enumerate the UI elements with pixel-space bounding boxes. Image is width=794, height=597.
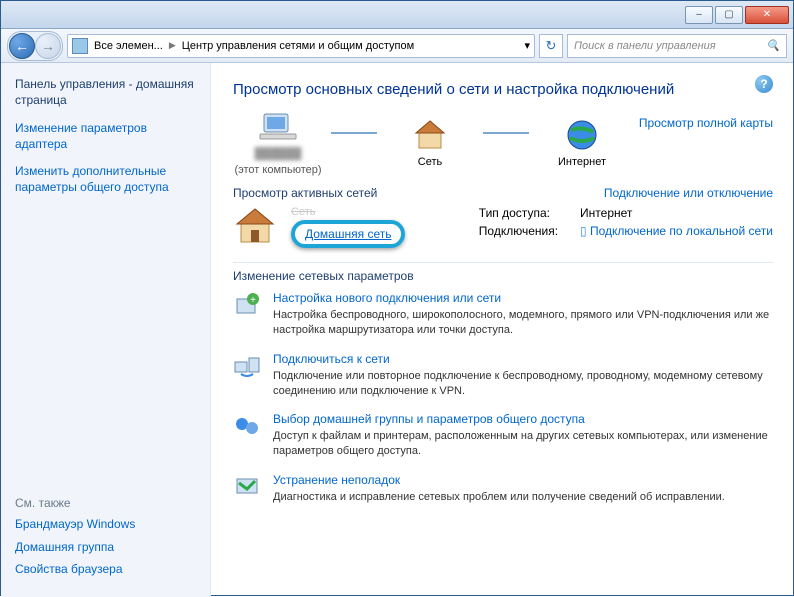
map-computer: ██████ (этот компьютер): [233, 110, 323, 176]
map-internet-label: Интернет: [558, 156, 606, 168]
minimize-button[interactable]: –: [685, 6, 713, 24]
sidebar-link-adapter-settings[interactable]: Изменение параметров адаптера: [15, 120, 196, 152]
home-network-highlight: Домашняя сеть: [291, 220, 405, 248]
nav-buttons: ← →: [7, 31, 63, 61]
active-networks-heading: Просмотр активных сетей: [233, 186, 377, 200]
access-type-value: Интернет: [580, 206, 773, 220]
new-connection-icon: +: [233, 291, 261, 319]
option-new-connection-link[interactable]: Настройка нового подключения или сети: [273, 291, 501, 305]
house-icon: [233, 206, 277, 244]
sidebar-link-sharing-settings[interactable]: Изменить дополнительные параметры общего…: [15, 163, 196, 195]
see-also-heading: См. также: [15, 496, 196, 510]
active-network-row: Сеть Домашняя сеть Тип доступа: Интернет…: [233, 206, 773, 248]
breadcrumb[interactable]: Центр управления сетями и общим доступом: [182, 40, 414, 52]
toolbar: ← → Все элемен... ▶ Центр управления сет…: [1, 29, 793, 63]
search-placeholder: Поиск в панели управления: [574, 40, 716, 52]
option-connect-network: Подключиться к сети Подключение или повто…: [233, 352, 773, 399]
maximize-button[interactable]: ▢: [715, 6, 743, 24]
option-desc: Доступ к файлам и принтерам, расположенн…: [273, 429, 773, 459]
breadcrumb[interactable]: Все элемен...: [94, 40, 163, 52]
map-computer-label: (этот компьютер): [234, 164, 321, 176]
close-button[interactable]: ✕: [745, 6, 789, 24]
dropdown-icon[interactable]: ▾: [524, 39, 530, 52]
access-type-label: Тип доступа:: [479, 206, 558, 220]
location-icon: [72, 38, 88, 54]
map-connector: [331, 132, 377, 134]
ethernet-icon: ▯: [580, 224, 587, 238]
connection-link[interactable]: Подключение по локальной сети: [590, 224, 773, 238]
help-icon[interactable]: ?: [755, 75, 773, 93]
map-network: Сеть: [385, 118, 475, 168]
map-network-label: Сеть: [418, 156, 442, 168]
option-connect-network-link[interactable]: Подключиться к сети: [273, 352, 390, 366]
back-button[interactable]: ←: [9, 33, 35, 59]
option-new-connection: + Настройка нового подключения или сети Н…: [233, 291, 773, 338]
titlebar: – ▢ ✕: [1, 1, 793, 29]
map-connector: [483, 132, 529, 134]
option-homegroup: Выбор домашней группы и параметров общег…: [233, 412, 773, 459]
sidebar-link-homegroup[interactable]: Домашняя группа: [15, 539, 196, 555]
sidebar-link-firewall[interactable]: Брандмауэр Windows: [15, 516, 196, 532]
network-icon: [233, 206, 277, 244]
connections-label: Подключения:: [479, 224, 558, 238]
option-desc: Диагностика и исправление сетевых пробле…: [273, 490, 725, 505]
option-homegroup-link[interactable]: Выбор домашней группы и параметров общег…: [273, 412, 585, 426]
network-map: ██████ (этот компьютер) Сеть Интернет Пр…: [233, 110, 773, 176]
sidebar-link-browser-properties[interactable]: Свойства браузера: [15, 561, 196, 577]
option-desc: Настройка беспроводного, широкополосного…: [273, 308, 773, 338]
option-troubleshoot-link[interactable]: Устранение неполадок: [273, 473, 400, 487]
full-map-link[interactable]: Просмотр полной карты: [639, 116, 773, 130]
change-settings-heading: Изменение сетевых параметров: [233, 262, 773, 283]
connect-network-icon: [233, 352, 261, 380]
troubleshoot-icon: [233, 473, 261, 501]
home-network-link[interactable]: Домашняя сеть: [305, 227, 391, 241]
chevron-right-icon: ▶: [169, 40, 176, 51]
globe-icon: [565, 118, 599, 152]
connect-disconnect-link[interactable]: Подключение или отключение: [604, 186, 773, 200]
sidebar: Панель управления - домашняя страница Из…: [1, 63, 211, 597]
main-content: ? Просмотр основных сведений о сети и на…: [211, 63, 793, 597]
svg-text:+: +: [250, 295, 256, 306]
network-properties: Тип доступа: Интернет Подключения: ▯ Под…: [479, 206, 773, 238]
option-desc: Подключение или повторное подключение к …: [273, 369, 773, 399]
option-troubleshoot: Устранение неполадок Диагностика и исправ…: [233, 473, 773, 505]
forward-button[interactable]: →: [35, 33, 61, 59]
page-title: Просмотр основных сведений о сети и наст…: [233, 81, 773, 98]
network-name: Сеть: [291, 206, 405, 218]
map-internet: Интернет: [537, 118, 627, 168]
homegroup-icon: [233, 412, 261, 440]
search-input[interactable]: Поиск в панели управления 🔍: [567, 34, 787, 58]
house-icon: [413, 118, 447, 152]
search-icon: 🔍: [766, 39, 780, 52]
sidebar-home-link[interactable]: Панель управления - домашняя страница: [15, 77, 196, 108]
address-bar[interactable]: Все элемен... ▶ Центр управления сетями …: [67, 34, 535, 58]
computer-icon: [258, 110, 298, 144]
refresh-button[interactable]: ↻: [539, 34, 563, 58]
